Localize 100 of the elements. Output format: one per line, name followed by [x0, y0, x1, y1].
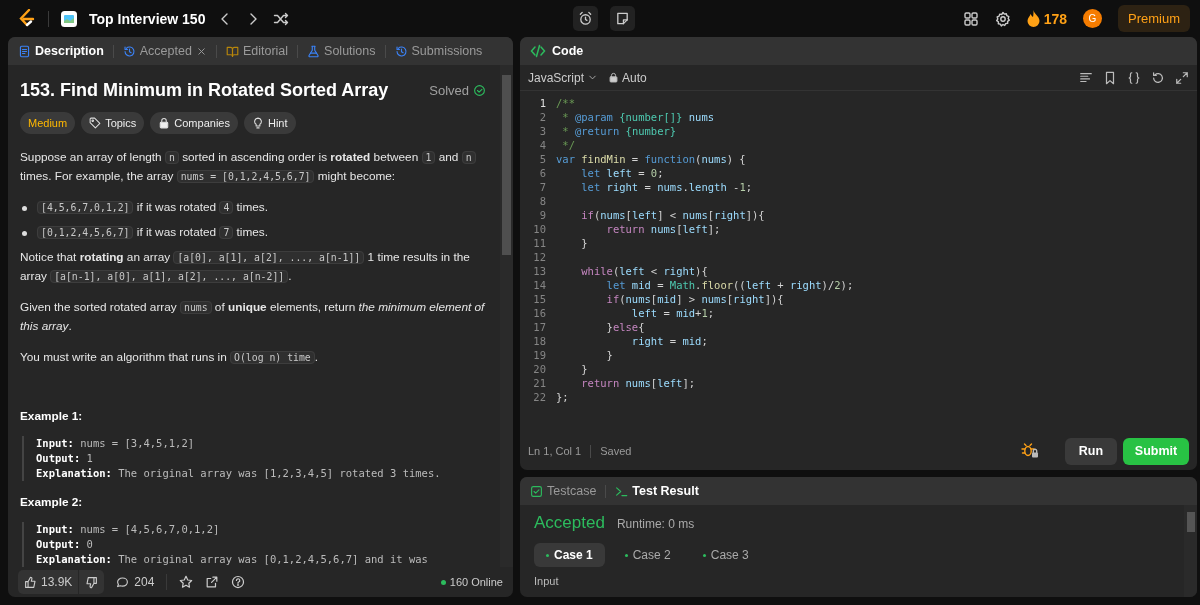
code-line: * @param {number[]} nums — [561, 110, 715, 124]
line-number: 4 — [538, 138, 547, 152]
problem-title: 153. Find Minimum in Rotated Sorted Array — [20, 81, 389, 100]
auto-mode-toggle[interactable]: Auto — [608, 70, 647, 85]
expand-icon[interactable] — [1175, 70, 1189, 85]
panel-tab[interactable]: Editorial — [225, 44, 289, 58]
undo-icon[interactable] — [1151, 70, 1165, 85]
example-line: Explanation: The original array was [0,1,2,4,5,6,7] and it was — [36, 552, 428, 567]
close-icon[interactable] — [195, 45, 207, 57]
mode-label: Auto — [622, 70, 647, 85]
line-number: 15 — [532, 292, 547, 306]
notes-button[interactable] — [610, 6, 635, 31]
example-line: Output: 1 — [36, 451, 93, 466]
checkbox-icon — [530, 484, 543, 498]
tag-chip[interactable]: Topics — [81, 112, 145, 134]
code-line: return nums[left]; — [605, 222, 721, 236]
star-icon[interactable] — [179, 575, 194, 589]
code-line: if(nums[mid] > nums[right]){ — [605, 292, 784, 306]
code-line: } — [580, 362, 588, 376]
solved-status: Solved — [429, 82, 469, 100]
code-line: return nums[left]; — [580, 376, 696, 390]
premium-button[interactable]: Premium — [1118, 5, 1190, 32]
line-number: 14 — [532, 278, 547, 292]
thumbs-down-icon — [85, 575, 99, 589]
panel-tab[interactable]: Testcase — [530, 484, 597, 498]
line-number: 6 — [538, 166, 547, 180]
line-number: 22 — [532, 390, 547, 404]
code-line: */ — [561, 138, 575, 152]
run-button[interactable]: Run — [1065, 437, 1117, 465]
code-line: } — [605, 348, 613, 362]
streak-counter[interactable]: 178 — [1026, 10, 1067, 27]
timer-button[interactable] — [573, 6, 598, 31]
logo-icon[interactable] — [18, 8, 36, 29]
line-number: 3 — [538, 124, 547, 138]
list-icon[interactable] — [61, 10, 77, 27]
example-line: Explanation: The original array was [1,2,3,4,5] rotated 3 times. — [36, 466, 441, 481]
online-dot — [440, 579, 446, 585]
example-line: Input: nums = [4,5,6,7,0,1,2] — [36, 522, 220, 537]
scrollbar[interactable] — [500, 65, 513, 567]
case-tab[interactable]: Case 3 — [690, 543, 761, 567]
thumbs-up-icon — [24, 575, 37, 589]
panel-tab[interactable]: Solutions — [307, 44, 376, 58]
shuffle-icon[interactable] — [273, 10, 290, 27]
panel-tab[interactable]: Test Result — [615, 484, 699, 498]
case-tab[interactable]: Case 2 — [612, 543, 683, 567]
line-number: 19 — [532, 348, 547, 362]
line-number: 7 — [538, 180, 547, 194]
tab-label: Testcase — [547, 484, 597, 498]
code-line: while(left < right){ — [580, 264, 708, 278]
language-dropdown[interactable]: JavaScript — [528, 70, 599, 85]
panel-tab[interactable]: Submissions — [394, 44, 483, 58]
scrollbar[interactable] — [1184, 505, 1197, 597]
tab-label: Description — [35, 44, 104, 58]
code-line: }else{ — [605, 320, 645, 334]
bookmark-icon[interactable] — [1103, 70, 1117, 85]
verdict-status: Accepted — [534, 513, 605, 533]
document-icon — [18, 44, 31, 58]
code-line: let right = nums.length -1; — [580, 180, 753, 194]
settings-icon[interactable] — [994, 10, 1011, 27]
panel-tab[interactable]: Description — [18, 44, 104, 58]
example-title: Example 1: — [20, 408, 84, 425]
share-icon[interactable] — [205, 575, 220, 589]
line-number: 9 — [538, 208, 547, 222]
bullet-text: [4,5,6,7,0,1,2] if it was rotated 4 times. — [37, 198, 269, 217]
bullet-dot — [22, 231, 27, 236]
line-number: 5 — [538, 152, 547, 166]
help-icon[interactable] — [231, 575, 246, 589]
line-number: 18 — [532, 334, 547, 348]
case-tab[interactable]: Case 1 — [534, 543, 605, 567]
bullet-text: [0,1,2,4,5,6,7] if it was rotated 7 times. — [37, 223, 269, 242]
panel-tab[interactable]: Accepted — [122, 44, 207, 58]
section-label: Input — [534, 575, 560, 587]
tab-label: Accepted — [139, 44, 192, 58]
line-number: 13 — [532, 264, 547, 278]
chip-label: Topics — [105, 116, 137, 131]
tag-chip[interactable]: Companies — [150, 112, 238, 134]
language-label: JavaScript — [528, 70, 585, 85]
bug-lock-icon[interactable] — [1021, 443, 1039, 459]
like-count: 13.9K — [41, 575, 73, 589]
line-number: 17 — [532, 320, 547, 334]
comments-button[interactable]: 204 — [116, 575, 155, 589]
code-line: if(nums[left] < nums[right]){ — [580, 208, 765, 222]
chip-label: Hint — [267, 116, 288, 131]
statement-paragraph: Given the sorted rotated array nums of unique elements, return the minimum element of this array. — [20, 299, 486, 335]
example-line: Output: 0 — [36, 537, 93, 552]
statement-paragraph: Notice that rotating an array [a[0], a[1], a[2], ..., a[n-1]] 1 time results in the array [a[n-1], a[0], a[1], a[2], ..., a[n-2]] . — [20, 249, 471, 285]
braces-icon[interactable] — [1127, 70, 1141, 85]
code-line: let mid = Math.floor((left + right)/2); — [605, 278, 854, 292]
tag-chip[interactable]: Hint — [243, 112, 296, 134]
alarm-clock-icon — [578, 11, 593, 26]
lightbulb-icon — [251, 117, 264, 129]
chip-label: Companies — [174, 116, 230, 131]
format-icon[interactable] — [1079, 70, 1093, 85]
runtime-text: Runtime: 0 ms — [616, 517, 695, 531]
problem-list-title[interactable]: Top Interview 150 — [89, 10, 206, 27]
grid-icon[interactable] — [962, 10, 979, 27]
example-line: Input: nums = [3,4,5,1,2] — [36, 436, 195, 451]
example-title: Example 2: — [20, 494, 84, 511]
statement-paragraph: You must write an algorithm that runs in O(log n) time . — [20, 349, 319, 366]
cursor-position: Ln 1, Col 1 — [528, 445, 582, 457]
